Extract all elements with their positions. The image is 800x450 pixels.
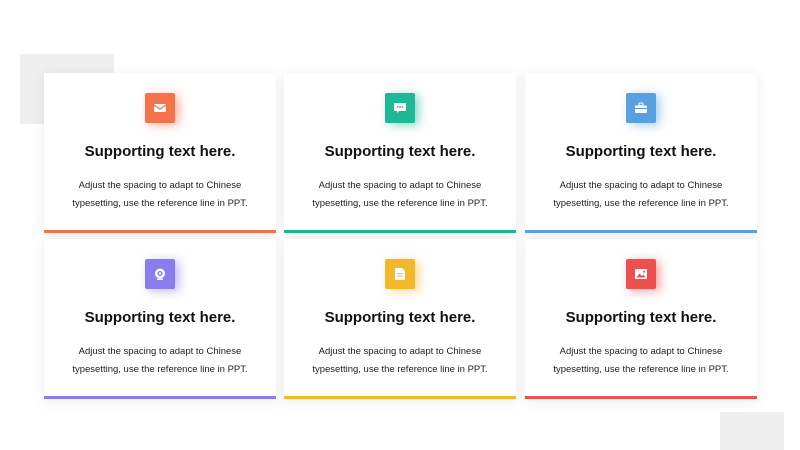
chat-bubble-icon: [385, 93, 415, 123]
card-title: Supporting text here.: [84, 309, 236, 326]
decorative-block-bottom-right: [720, 412, 784, 450]
feature-card: Supporting text here. Adjust the spacing…: [44, 239, 276, 399]
card-body: Adjust the spacing to adapt to Chinese t…: [312, 346, 488, 375]
card-body: Adjust the spacing to adapt to Chinese t…: [553, 346, 729, 375]
feature-card: Supporting text here. Adjust the spacing…: [525, 73, 757, 233]
card-body: Adjust the spacing to adapt to Chinese t…: [312, 180, 488, 209]
card-accent-bar: [284, 230, 516, 233]
card-accent-bar: [44, 396, 276, 399]
card-body: Adjust the spacing to adapt to Chinese t…: [72, 180, 248, 209]
card-title: Supporting text here.: [324, 309, 476, 326]
card-accent-bar: [525, 396, 757, 399]
card-body: Adjust the spacing to adapt to Chinese t…: [553, 180, 729, 209]
card-accent-bar: [284, 396, 516, 399]
envelope-icon: [145, 93, 175, 123]
camera-icon: [145, 259, 175, 289]
card-title: Supporting text here.: [565, 309, 717, 326]
document-icon: [385, 259, 415, 289]
card-title: Supporting text here.: [84, 143, 236, 160]
card-accent-bar: [44, 230, 276, 233]
feature-card: Supporting text here. Adjust the spacing…: [44, 73, 276, 233]
feature-card: Supporting text here. Adjust the spacing…: [284, 73, 516, 233]
card-body: Adjust the spacing to adapt to Chinese t…: [72, 346, 248, 375]
briefcase-icon: [626, 93, 656, 123]
feature-card: Supporting text here. Adjust the spacing…: [525, 239, 757, 399]
card-accent-bar: [525, 230, 757, 233]
card-title: Supporting text here.: [324, 143, 476, 160]
image-icon: [626, 259, 656, 289]
slide: Supporting text here. Adjust the spacing…: [0, 0, 800, 450]
feature-card: Supporting text here. Adjust the spacing…: [284, 239, 516, 399]
card-title: Supporting text here.: [565, 143, 717, 160]
